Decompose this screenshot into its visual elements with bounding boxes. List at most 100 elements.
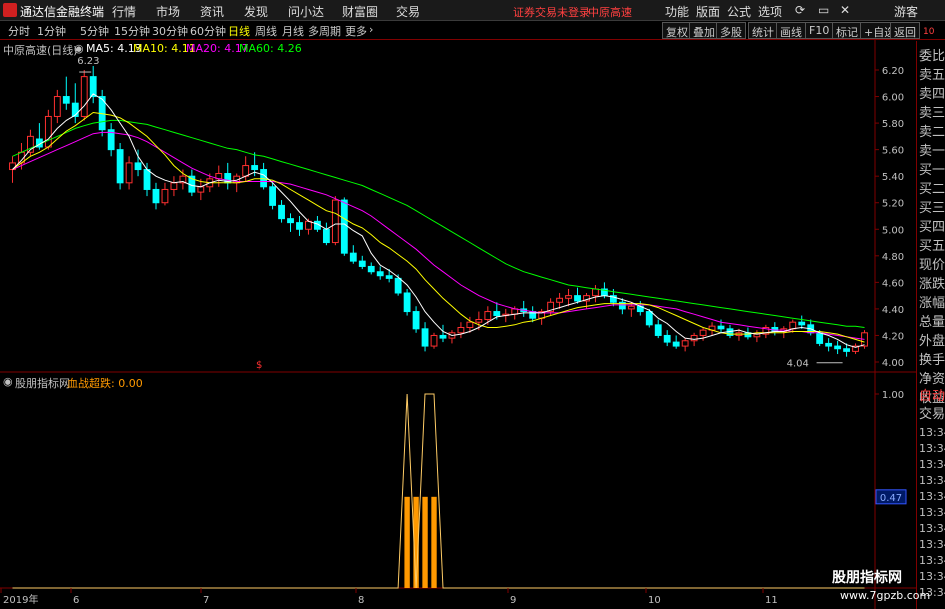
trade-time: 13:34 — [919, 506, 945, 519]
candle-body — [44, 115, 52, 148]
period-monthly[interactable]: 月线 — [282, 23, 304, 39]
side-tab-1[interactable]: 交易 — [919, 403, 945, 422]
price-tick-label: 4.20 — [882, 331, 904, 342]
trade-time: 13:34 — [919, 522, 945, 535]
period-weekly[interactable]: 周线 — [255, 23, 277, 39]
side-field-3: 卖三 — [919, 106, 945, 121]
statistics-button[interactable]: 统计 — [748, 22, 778, 39]
multi-stock-button[interactable]: 多股 — [716, 22, 746, 39]
x-tick-label: 10 — [648, 595, 661, 606]
draw-line-button[interactable]: 画线 — [776, 22, 806, 39]
candle-body — [717, 325, 725, 330]
candle-body — [798, 321, 806, 326]
candle-body — [574, 295, 581, 302]
candle-body — [305, 220, 312, 230]
candle-body — [385, 275, 393, 279]
mark-button[interactable]: 标记 — [832, 22, 862, 39]
minimize-icon[interactable]: ▭ — [818, 3, 829, 17]
guest-label[interactable]: 游客 — [894, 3, 918, 20]
candle-body — [556, 297, 563, 303]
candle-body — [789, 321, 797, 330]
candle-body — [278, 204, 285, 220]
trade-time: 13:34 — [919, 570, 945, 583]
f10-button[interactable]: F10 — [805, 22, 834, 39]
period-1min[interactable]: 1分钟 — [37, 23, 66, 39]
app-logo-icon — [3, 3, 17, 17]
price-tick-label: 4.80 — [882, 252, 904, 263]
trade-time: 13:34 — [919, 554, 945, 567]
adjust-button[interactable]: 复权 — [662, 22, 692, 39]
ind-tick-label: 1.00 — [882, 390, 904, 401]
candle-body — [681, 340, 689, 347]
candle-body — [592, 288, 599, 297]
menu-item-trade[interactable]: 交易 — [396, 3, 420, 20]
ind-line — [12, 393, 865, 589]
period-intraday[interactable]: 分时 — [8, 23, 30, 39]
price-tick-label: 5.60 — [882, 146, 904, 157]
price-tick-label: 6.20 — [882, 66, 904, 77]
side-field-4: 卖二 — [919, 125, 945, 140]
candle-body — [843, 348, 850, 352]
trade-login-warning[interactable]: 证券交易未登录 — [513, 4, 590, 20]
candle-body — [116, 149, 124, 184]
menu-item-formula[interactable]: 公式 — [727, 3, 751, 20]
candle-body — [412, 311, 420, 330]
candle-body — [484, 311, 492, 321]
candle-group — [9, 66, 868, 357]
price-tick-label: 4.60 — [882, 278, 904, 289]
annotations: 6.23 4.04 $ — [77, 56, 843, 371]
watermark-title: 股朋指标网 — [832, 570, 902, 586]
side-field-12: 涨跌 — [919, 277, 945, 292]
period-daily[interactable]: 日线 — [228, 23, 250, 39]
menu-item-market[interactable]: 市场 — [156, 3, 180, 20]
menu-item-layout[interactable]: 版面 — [696, 3, 720, 20]
trade-time: 13:34 — [919, 458, 945, 471]
menu-item-news[interactable]: 资讯 — [200, 3, 224, 20]
period-60min[interactable]: 60分钟 — [190, 23, 226, 39]
menu-item-wealth[interactable]: 财富圈 — [342, 3, 378, 20]
candle-body — [690, 334, 698, 342]
candle-body — [358, 260, 366, 267]
candle-body — [296, 222, 303, 230]
back-button[interactable]: 返回 — [890, 22, 920, 39]
candle-body — [816, 332, 824, 344]
menu-item-quotes[interactable]: 行情 — [112, 3, 136, 20]
menu-item-options[interactable]: 选项 — [758, 3, 782, 20]
quote-side-panel: 10 委比 卖五 卖四 卖三 卖二 卖一 买一 买二 买三 买四 买五 现价 涨跌 涨幅 总量 外盘 换手 净资收… — [916, 27, 945, 609]
price-tick-label: 6.00 — [882, 93, 904, 104]
period-more[interactable]: 更多 — [345, 23, 367, 39]
menu-item-assistant[interactable]: 问小达 — [288, 3, 324, 20]
candle-body — [260, 169, 268, 188]
period-15min[interactable]: 15分钟 — [114, 23, 150, 39]
period-30min[interactable]: 30分钟 — [152, 23, 188, 39]
ma10-line — [12, 111, 865, 343]
refresh-icon[interactable]: ⟳ — [795, 3, 805, 17]
kline-chart[interactable]: 6.20 6.00 5.80 5.60 5.40 5.20 5.00 4.80 4.60 4.40… — [0, 40, 916, 609]
high-label: 6.23 — [77, 56, 99, 67]
candle-body — [125, 162, 133, 184]
close-icon[interactable]: ✕ — [840, 3, 850, 17]
overlay-button[interactable]: 叠加 — [689, 22, 719, 39]
period-toolbar: 分时 1分钟 5分钟 15分钟 30分钟 60分钟 日线 周线 月线 多周期 更… — [0, 21, 945, 40]
ma60-line — [12, 119, 865, 328]
side-field-2: 卖四 — [919, 87, 945, 102]
indicator-settings-icon[interactable]: ◉ — [3, 375, 13, 388]
candle-body — [627, 305, 635, 310]
candle-body — [197, 186, 205, 193]
chevron-right-icon[interactable]: › — [369, 23, 373, 36]
price-tick-label: 5.40 — [882, 172, 904, 183]
candle-body — [699, 329, 707, 336]
candle-body — [143, 169, 151, 190]
period-5min[interactable]: 5分钟 — [80, 23, 109, 39]
side-tab-0[interactable]: 自动 — [919, 385, 945, 404]
candle-body — [331, 199, 339, 244]
candle-body — [493, 311, 501, 317]
menu-item-functions[interactable]: 功能 — [665, 3, 689, 20]
low-label: 4.04 — [787, 359, 809, 370]
menu-item-discover[interactable]: 发现 — [244, 3, 268, 20]
candle-body — [439, 334, 447, 339]
candle-body — [394, 277, 402, 294]
period-multi[interactable]: 多周期 — [308, 23, 341, 39]
candle-body — [80, 76, 88, 117]
candle-body — [421, 328, 429, 347]
